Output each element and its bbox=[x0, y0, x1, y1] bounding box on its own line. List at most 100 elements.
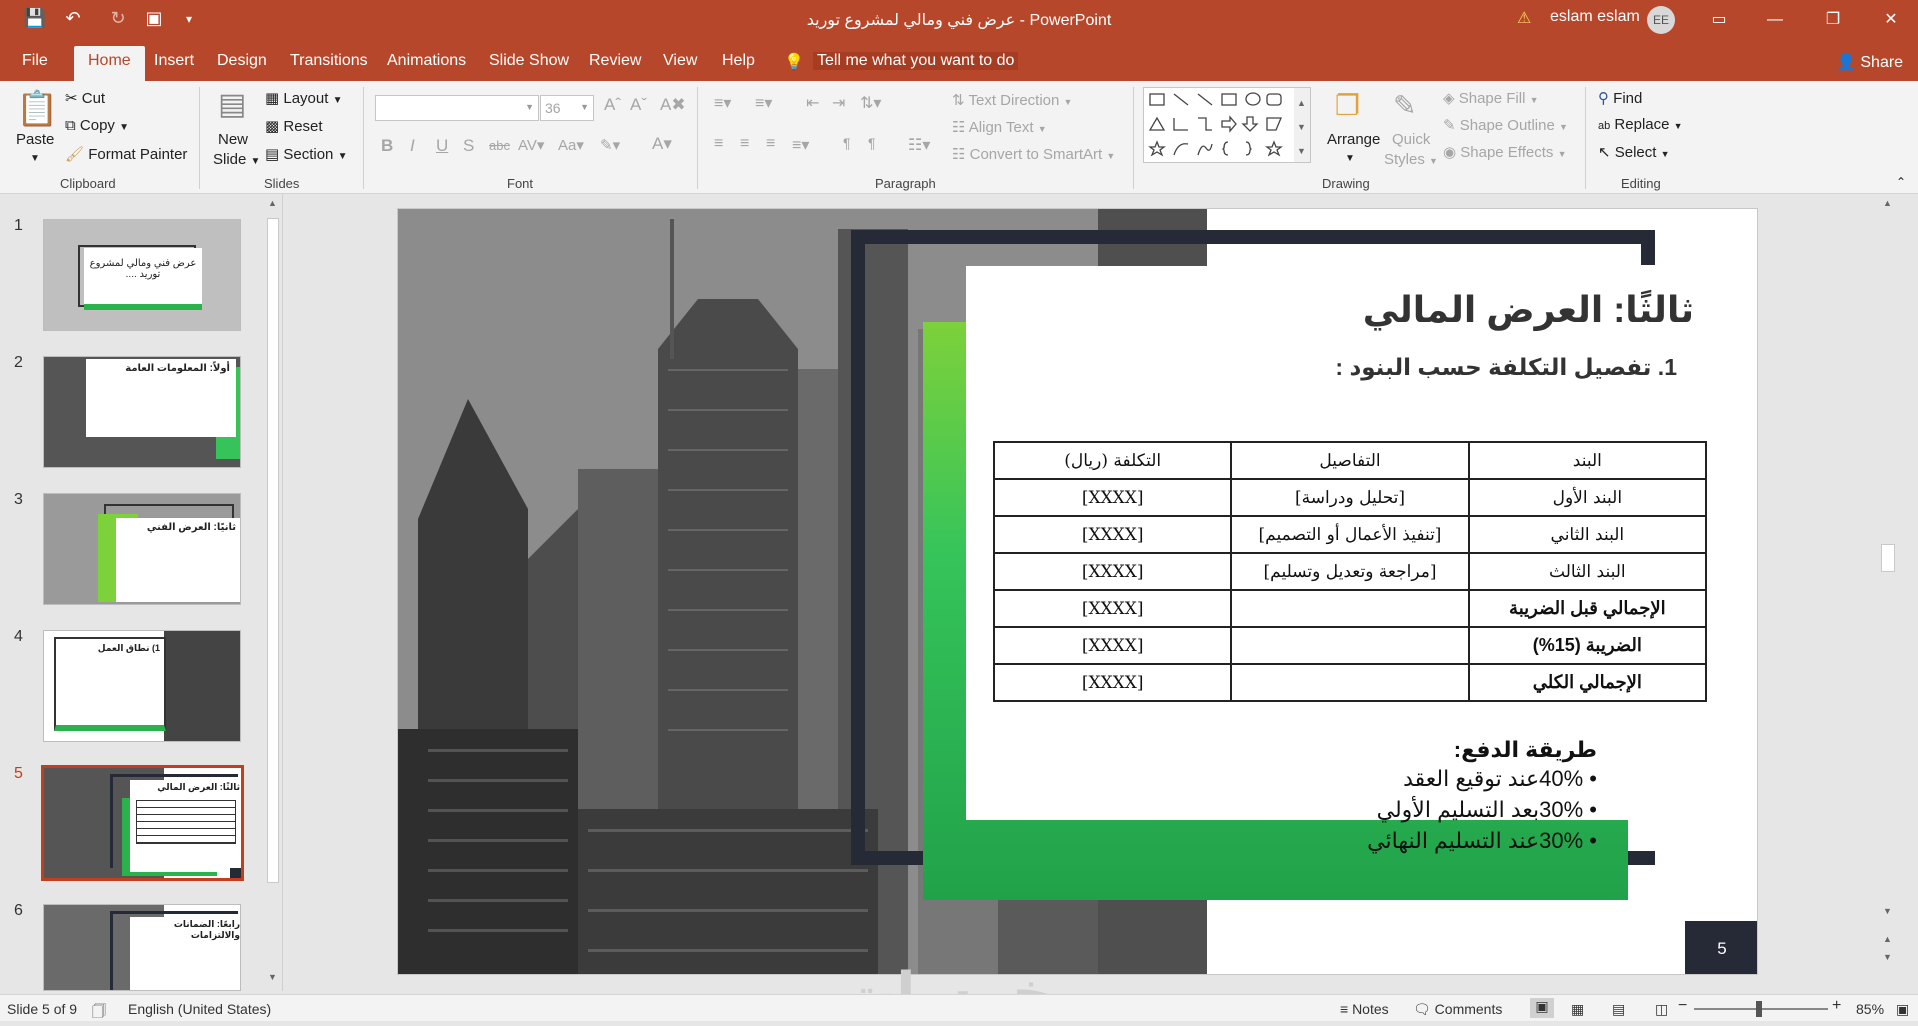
thumbnail-slide-3[interactable]: ثانيًا: العرض الفني bbox=[43, 493, 241, 605]
rtl-icon[interactable]: ¶ bbox=[843, 135, 851, 151]
thumbnails-scrollbar[interactable]: ▲ ▼ bbox=[265, 194, 282, 991]
section-button[interactable]: ▤ Section ▼ bbox=[265, 145, 347, 163]
table-cell[interactable]: الضريبة (15%) bbox=[1467, 626, 1708, 665]
next-slide-icon[interactable]: ▼ bbox=[1883, 952, 1892, 962]
customize-toolbar-icon[interactable]: ▾ bbox=[176, 12, 202, 26]
line-spacing-icon[interactable]: ⇅▾ bbox=[860, 93, 881, 113]
table-cell[interactable]: البند الأول bbox=[1467, 478, 1708, 517]
restore-icon[interactable]: ❐ bbox=[1810, 6, 1856, 34]
numbering-icon[interactable]: ≡▾ bbox=[755, 93, 772, 113]
tab-design[interactable]: Design bbox=[217, 52, 267, 70]
tab-transitions[interactable]: Transitions bbox=[290, 52, 368, 70]
close-icon[interactable]: ✕ bbox=[1868, 6, 1914, 34]
ribbon-display-icon[interactable]: ▭ bbox=[1696, 6, 1742, 34]
align-right-icon[interactable]: ≡ bbox=[766, 135, 775, 153]
new-slide-button-2[interactable]: Slide ▼ bbox=[213, 151, 260, 168]
warning-icon[interactable]: ⚠ bbox=[1517, 8, 1531, 28]
italic-button[interactable]: I bbox=[410, 136, 415, 156]
minimize-icon[interactable]: — bbox=[1752, 6, 1798, 34]
copy-button[interactable]: ⧉ Copy ▼ bbox=[65, 117, 129, 134]
quick-styles-button-2[interactable]: Styles ▼ bbox=[1384, 151, 1438, 168]
cost-table[interactable]: البند التفاصيل التكلفة (ريال) البند الأو… bbox=[992, 441, 1708, 702]
user-name[interactable]: eslam eslam bbox=[1550, 8, 1640, 26]
font-size-input[interactable]: 36 ▼ bbox=[540, 95, 594, 121]
zoom-out-icon[interactable]: − bbox=[1678, 997, 1687, 1015]
thumbnail-slide-5[interactable]: ثالثًا: العرض المالي bbox=[41, 765, 244, 881]
tell-me-input[interactable]: Tell me what you want to do bbox=[813, 52, 1019, 70]
slide-sorter-icon[interactable]: ▦ bbox=[1571, 1001, 1584, 1018]
scroll-down-icon[interactable]: ▼ bbox=[1883, 906, 1892, 916]
zoom-level[interactable]: 85% bbox=[1856, 1001, 1884, 1017]
table-cell[interactable]: [مراجعة وتعديل وتسليم] bbox=[1230, 552, 1470, 591]
reset-button[interactable]: ▩ Reset bbox=[265, 117, 323, 135]
quick-styles-icon[interactable]: ✎ bbox=[1393, 89, 1416, 122]
table-header-cell[interactable]: التفاصيل bbox=[1230, 441, 1470, 480]
tab-review[interactable]: Review bbox=[589, 52, 641, 70]
thumbnail-slide-2[interactable]: أولاً: المعلومات العامة bbox=[43, 356, 241, 468]
notes-button[interactable]: ≡ Notes bbox=[1340, 1001, 1389, 1017]
layout-button[interactable]: ▦ Layout ▼ bbox=[265, 89, 342, 107]
shadow-button[interactable]: S bbox=[463, 136, 474, 156]
payment-method-textbox[interactable]: طريقة الدفع: • 40%عند توقيع العقد • 30%ب… bbox=[1367, 737, 1597, 856]
tab-insert[interactable]: Insert bbox=[154, 52, 194, 70]
table-cell[interactable]: [تحليل ودراسة] bbox=[1230, 478, 1470, 517]
file-tab[interactable]: File bbox=[22, 52, 48, 70]
find-button[interactable]: ⚲ Find bbox=[1598, 89, 1642, 107]
scroll-up-icon[interactable]: ▲ bbox=[268, 198, 277, 208]
tab-view[interactable]: View bbox=[663, 52, 697, 70]
scrollbar-thumb[interactable] bbox=[1881, 544, 1895, 572]
table-cell[interactable]: [XXXX] bbox=[992, 552, 1233, 591]
chevron-down-icon[interactable]: ▼ bbox=[30, 153, 40, 164]
ltr-icon[interactable]: ¶ bbox=[868, 135, 876, 151]
increase-font-icon[interactable]: Aˆ bbox=[604, 95, 621, 115]
increase-indent-icon[interactable]: ⇥ bbox=[832, 93, 845, 113]
slide-subtitle[interactable]: 1. تفصيل التكلفة حسب البنود : bbox=[1335, 354, 1677, 381]
align-center-icon[interactable]: ≡ bbox=[740, 135, 749, 153]
columns-icon[interactable]: ☷▾ bbox=[908, 135, 930, 155]
comments-button[interactable]: 🗨 Comments bbox=[1413, 1001, 1502, 1018]
slide-counter[interactable]: Slide 5 of 9 bbox=[7, 1001, 77, 1017]
font-color-icon[interactable]: A▾ bbox=[652, 134, 672, 154]
fit-to-window-icon[interactable]: ▣ bbox=[1896, 1001, 1909, 1018]
shape-outline-button[interactable]: ✎ Shape Outline ▼ bbox=[1443, 116, 1568, 134]
collapse-ribbon-icon[interactable]: ⌃ bbox=[1896, 175, 1906, 189]
start-presentation-icon[interactable]: ▣ bbox=[141, 8, 167, 29]
font-name-input[interactable]: ▼ bbox=[375, 95, 539, 121]
language-indicator[interactable]: English (United States) bbox=[128, 1001, 271, 1017]
bullets-icon[interactable]: ≡▾ bbox=[714, 93, 731, 113]
decrease-font-icon[interactable]: Aˇ bbox=[630, 95, 647, 115]
spellcheck-icon[interactable]: 🗍 bbox=[92, 1001, 106, 1025]
strikethrough-button[interactable]: abc bbox=[489, 138, 510, 153]
arrange-icon[interactable]: ❐ bbox=[1335, 89, 1360, 122]
current-slide[interactable]: ثالثًا: العرض المالي 1. تفصيل التكلفة حس… bbox=[397, 208, 1758, 975]
slide-number[interactable]: 5 bbox=[1685, 921, 1757, 974]
table-cell[interactable]: [XXXX] bbox=[992, 626, 1233, 665]
slide-title[interactable]: ثالثًا: العرض المالي bbox=[1363, 289, 1694, 331]
table-cell[interactable]: [XXXX] bbox=[992, 478, 1233, 517]
new-slide-icon[interactable]: ▤ bbox=[218, 87, 246, 122]
table-cell[interactable]: [XXXX] bbox=[992, 589, 1233, 628]
save-icon[interactable]: 💾 bbox=[22, 8, 48, 29]
table-cell[interactable] bbox=[1230, 663, 1470, 702]
bold-button[interactable]: B bbox=[381, 136, 393, 156]
tab-home[interactable]: Home bbox=[74, 46, 145, 81]
avatar[interactable]: EE bbox=[1647, 6, 1675, 34]
decrease-indent-icon[interactable]: ⇤ bbox=[806, 93, 819, 113]
clear-formatting-icon[interactable]: A✖ bbox=[660, 95, 686, 115]
chevron-down-icon[interactable]: ▼ bbox=[1345, 153, 1355, 164]
table-header-cell[interactable]: التكلفة (ريال) bbox=[992, 441, 1233, 480]
underline-button[interactable]: U bbox=[436, 136, 448, 156]
table-cell[interactable]: الإجمالي الكلي bbox=[1467, 663, 1708, 702]
table-cell[interactable]: [تنفيذ الأعمال أو التصميم] bbox=[1230, 515, 1470, 554]
tab-animations[interactable]: Animations bbox=[387, 52, 466, 70]
table-cell[interactable]: البند الثاني bbox=[1467, 515, 1708, 554]
thumbnail-slide-6[interactable]: رابعًا: الضمانات والالتزامات bbox=[43, 904, 241, 991]
paste-button[interactable]: Paste bbox=[16, 131, 54, 148]
scroll-down-icon[interactable]: ▼ bbox=[268, 972, 277, 982]
scroll-up-icon[interactable]: ▲ bbox=[1883, 198, 1892, 208]
zoom-in-icon[interactable]: + bbox=[1832, 997, 1841, 1015]
shape-effects-button[interactable]: ◉ Shape Effects ▼ bbox=[1443, 143, 1566, 161]
format-painter-button[interactable]: 🖌 Format Painter bbox=[65, 145, 187, 163]
thumbnail-slide-4[interactable]: 1) نطاق العمل bbox=[43, 630, 241, 742]
slideshow-icon[interactable]: ◫ bbox=[1655, 1001, 1668, 1018]
